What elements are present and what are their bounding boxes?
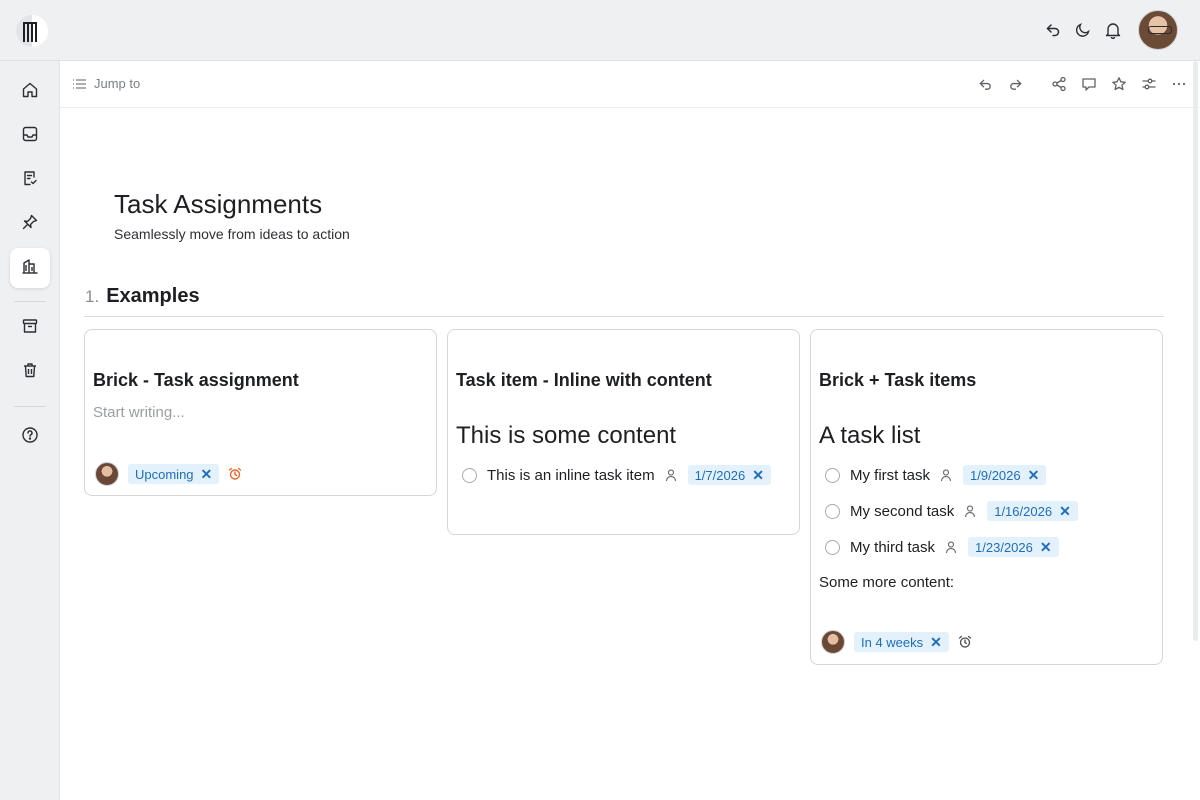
settings-sliders-icon[interactable] xyxy=(1134,69,1164,99)
archive-icon xyxy=(21,317,39,340)
sidebar-item-archive[interactable] xyxy=(10,308,50,348)
date-chip[interactable]: 1/7/2026 ✕ xyxy=(687,465,771,485)
close-icon[interactable]: ✕ xyxy=(1059,503,1071,520)
close-icon[interactable]: ✕ xyxy=(930,634,942,651)
task-item: This is an inline task item 1/7/2026 ✕ xyxy=(462,465,771,485)
section-heading: 1. Examples xyxy=(85,285,200,308)
task-checkbox[interactable] xyxy=(825,503,840,519)
moon-icon[interactable] xyxy=(1068,15,1098,45)
sidebar-item-help[interactable] xyxy=(10,417,50,457)
top-actions xyxy=(1038,10,1178,50)
close-icon[interactable]: ✕ xyxy=(1028,467,1040,484)
content-heading: A task list xyxy=(819,422,921,449)
sidebar-item-tasks[interactable] xyxy=(10,160,50,200)
section-number: 1. xyxy=(85,287,100,306)
comment-icon[interactable] xyxy=(1074,69,1104,99)
task-checkbox[interactable] xyxy=(462,467,477,483)
alarm-clock-icon[interactable] xyxy=(228,467,242,481)
scrollbar-thumb[interactable] xyxy=(1193,61,1198,641)
sidebar xyxy=(0,61,60,800)
due-chip-label: Upcoming xyxy=(135,466,194,482)
card-title: Brick - Task assignment xyxy=(93,370,299,390)
task-item: My first task 1/9/2026 ✕ xyxy=(825,465,1047,485)
document-actions xyxy=(970,69,1194,99)
share-icon[interactable] xyxy=(1044,69,1074,99)
task-text[interactable]: This is an inline task item xyxy=(487,467,655,484)
sidebar-item-pinned[interactable] xyxy=(10,204,50,244)
page-title: Task Assignments xyxy=(114,189,323,219)
assignee-avatar[interactable] xyxy=(821,630,845,654)
date-chip-label: 1/16/2026 xyxy=(994,503,1053,519)
person-icon[interactable] xyxy=(963,504,977,518)
pin-icon xyxy=(21,213,39,236)
home-icon xyxy=(21,81,39,104)
content-heading: This is some content xyxy=(456,422,677,449)
card-task-assignment[interactable]: Brick - Task assignment Start writing...… xyxy=(84,329,437,496)
sidebar-item-workspace[interactable] xyxy=(10,248,50,288)
assignment-footer: In 4 weeks ✕ xyxy=(821,630,972,654)
logo-icon[interactable] xyxy=(15,14,49,48)
card-title: Brick + Task items xyxy=(819,370,977,390)
sidebar-item-trash[interactable] xyxy=(10,352,50,392)
paragraph-text[interactable]: Some more content: xyxy=(819,574,954,591)
close-icon[interactable]: ✕ xyxy=(201,466,213,483)
date-chip-label: 1/7/2026 xyxy=(694,467,746,483)
task-item: My second task 1/16/2026 ✕ xyxy=(825,501,1078,521)
assignee-avatar[interactable] xyxy=(95,462,119,486)
scrollbar[interactable] xyxy=(1190,61,1200,800)
task-checkbox[interactable] xyxy=(825,467,840,483)
redo-icon[interactable] xyxy=(1000,69,1030,99)
sidebar-item-home[interactable] xyxy=(10,72,50,112)
jump-to-label: Jump to xyxy=(94,76,141,91)
close-icon[interactable]: ✕ xyxy=(752,467,764,484)
date-chip-label: 1/9/2026 xyxy=(970,467,1021,483)
task-text[interactable]: My second task xyxy=(850,503,954,520)
person-icon[interactable] xyxy=(944,540,958,554)
assignment-footer: Upcoming ✕ xyxy=(95,462,242,486)
due-chip[interactable]: In 4 weeks ✕ xyxy=(854,632,949,652)
main-content: Jump to Task Assignments Seamlessly move… xyxy=(60,61,1200,800)
due-chip[interactable]: Upcoming ✕ xyxy=(128,464,220,484)
section-divider xyxy=(84,316,1164,317)
sidebar-divider xyxy=(14,406,46,407)
checklist-icon xyxy=(21,169,39,192)
person-icon[interactable] xyxy=(664,468,678,482)
document-toolbar: Jump to xyxy=(60,61,1200,108)
buildings-icon xyxy=(21,257,39,280)
app-root: Jump to Task Assignments Seamlessly move… xyxy=(0,0,1200,800)
help-icon xyxy=(21,426,39,449)
task-checkbox[interactable] xyxy=(825,539,840,555)
card-title: Task item - Inline with content xyxy=(456,370,712,390)
task-text[interactable]: My first task xyxy=(850,467,930,484)
inbox-icon xyxy=(21,125,39,148)
date-chip[interactable]: 1/9/2026 ✕ xyxy=(963,465,1047,485)
trash-icon xyxy=(21,361,39,384)
undo-icon[interactable] xyxy=(970,69,1000,99)
sidebar-divider xyxy=(14,301,46,302)
sidebar-item-inbox[interactable] xyxy=(10,116,50,156)
page-subtitle: Seamlessly move from ideas to action xyxy=(114,226,350,242)
outline-list-icon xyxy=(72,78,87,90)
card-inline-task[interactable]: Task item - Inline with content This is … xyxy=(447,329,800,535)
task-text[interactable]: My third task xyxy=(850,539,935,556)
date-chip[interactable]: 1/23/2026 ✕ xyxy=(968,537,1059,557)
date-chip-label: 1/23/2026 xyxy=(975,539,1033,555)
date-chip[interactable]: 1/16/2026 ✕ xyxy=(987,501,1078,521)
task-item: My third task 1/23/2026 ✕ xyxy=(825,537,1059,557)
undo-back-icon[interactable] xyxy=(1038,15,1068,45)
alarm-clock-icon[interactable] xyxy=(958,635,972,649)
editor-placeholder[interactable]: Start writing... xyxy=(93,404,185,421)
person-icon[interactable] xyxy=(939,468,953,482)
star-icon[interactable] xyxy=(1104,69,1134,99)
jump-to-button[interactable]: Jump to xyxy=(72,76,140,91)
bell-icon[interactable] xyxy=(1098,15,1128,45)
section-title: Examples xyxy=(106,285,200,307)
due-chip-label: In 4 weeks xyxy=(861,634,924,650)
card-task-list[interactable]: Brick + Task items A task list My first … xyxy=(810,329,1163,665)
user-avatar[interactable] xyxy=(1138,10,1178,50)
close-icon[interactable]: ✕ xyxy=(1040,539,1052,556)
top-bar xyxy=(0,0,1200,61)
